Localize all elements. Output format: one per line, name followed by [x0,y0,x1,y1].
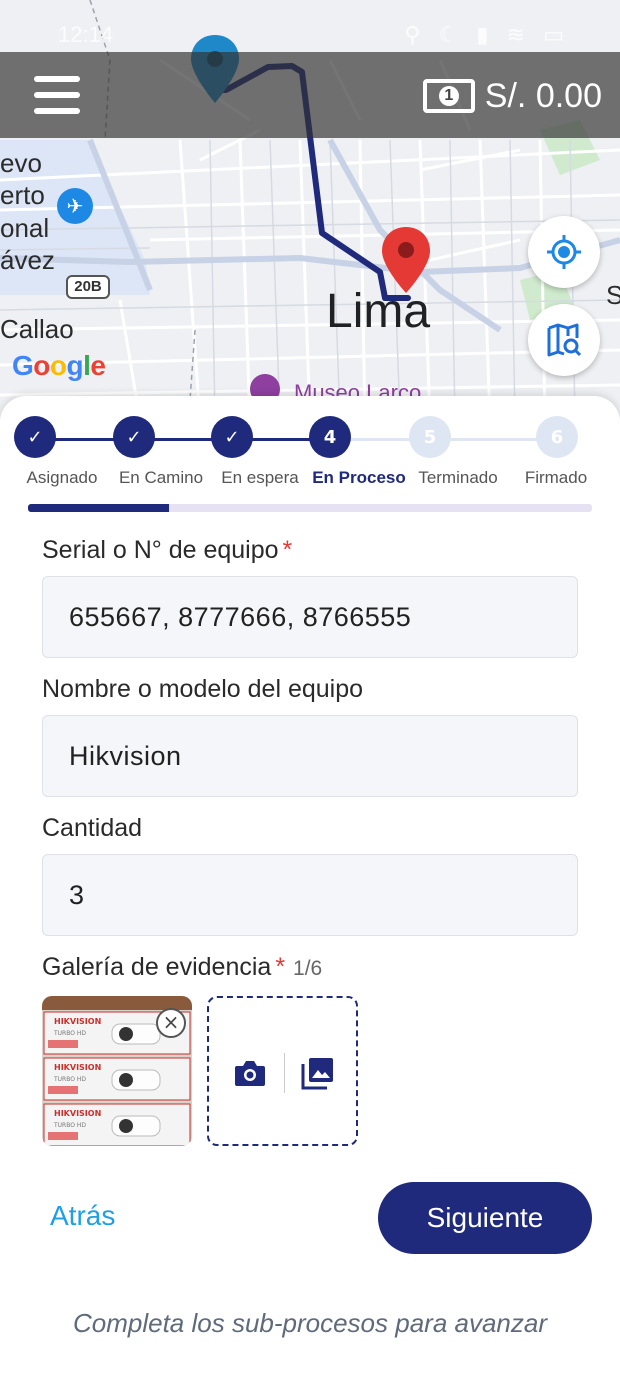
airport-icon: ✈ [57,188,93,224]
step-label: Terminado [418,468,498,487]
process-sheet: ✓ Asignado ✓ En Camino ✓ En espera 4 En … [0,396,620,1384]
model-label: Nombre o modelo del equipo [42,675,364,703]
serial-input[interactable]: 655667, 8777666, 8766555 [42,576,578,658]
step-en-proceso[interactable]: 4 En Proceso [280,416,406,488]
svg-text:HIKVISION: HIKVISION [54,1017,101,1026]
my-location-button[interactable] [528,216,600,288]
divider [284,1053,285,1093]
map-label-callao: Callao [0,314,74,344]
map-label-airport-4: ávez [0,245,55,275]
step-number: 4 [309,416,351,458]
step-check-icon: ✓ [211,416,253,458]
top-bar: 1 S/. 0.00 [0,52,620,138]
sub-process-progress-bar [28,504,592,512]
remove-photo-icon[interactable]: × [156,1008,186,1038]
map-search-button[interactable] [528,304,600,376]
progress-fill [28,504,169,512]
map-label-edge: S [606,280,620,310]
map-search-icon [547,323,582,357]
highway-shield: 20B [66,275,110,299]
quantity-label: Cantidad [42,814,143,842]
step-label: Firmado [524,468,588,487]
back-button[interactable]: Atrás [50,1200,115,1232]
step-number: 5 [409,416,451,458]
step-terminado[interactable]: 5 Terminado [380,416,498,488]
status-bar: 12:14 ⚲ ☾ ▮ ≋ ▭ [0,22,620,52]
step-number: 6 [536,416,578,458]
banknote-icon: 1 [422,79,475,113]
quantity-input[interactable]: 3 [42,854,578,936]
my-location-icon [547,235,581,269]
map-label-lima: Lima [326,285,431,338]
google-logo: Google [12,350,106,381]
serial-label: Serial o N° de equipo * [42,536,293,564]
next-button[interactable]: Siguiente [378,1182,592,1254]
gallery-label: Galería de evidencia * 1/6 [42,953,323,981]
step-asignado[interactable]: ✓ Asignado [0,416,97,488]
required-mark: * [275,953,286,981]
status-time: 12:14 [58,22,114,47]
status-icons: ⚲ ☾ ▮ ≋ ▭ [404,22,570,47]
balance-amount: S/. 0.00 [484,76,602,115]
map-view[interactable]: ✈ evo erto onal ávez 20B Callao Lima S M… [0,0,620,420]
process-stepper: ✓ Asignado ✓ En Camino ✓ En espera 4 En … [0,416,620,496]
step-check-icon: ✓ [14,416,56,458]
sub-process-hint: Completa los sub-procesos para avanzar [72,1308,548,1338]
hamburger-menu-icon[interactable] [34,76,80,114]
svg-text:TURBO HD: TURBO HD [53,1076,86,1083]
add-evidence-box [207,996,358,1146]
step-check-icon: ✓ [113,416,155,458]
gallery-icon[interactable] [301,1056,335,1090]
camera-icon[interactable] [233,1056,267,1090]
svg-text:HIKVISION: HIKVISION [54,1109,101,1118]
svg-text:HIKVISION: HIKVISION [54,1063,101,1072]
model-input[interactable]: Hikvision [42,715,578,797]
required-mark: * [282,536,293,564]
svg-text:TURBO HD: TURBO HD [53,1030,86,1037]
step-en-camino[interactable]: ✓ En Camino [84,416,203,488]
map-label-airport-2: erto [0,180,45,210]
map-label-airport-3: onal [0,213,50,243]
step-en-espera[interactable]: ✓ En espera [182,416,299,488]
map-label-airport-1: evo [0,148,42,178]
balance-display: 1 S/. 0.00 [422,74,602,118]
gallery-count: 1/6 [293,957,323,980]
svg-text:TURBO HD: TURBO HD [53,1122,86,1129]
step-firmado[interactable]: 6 Firmado [507,416,607,488]
